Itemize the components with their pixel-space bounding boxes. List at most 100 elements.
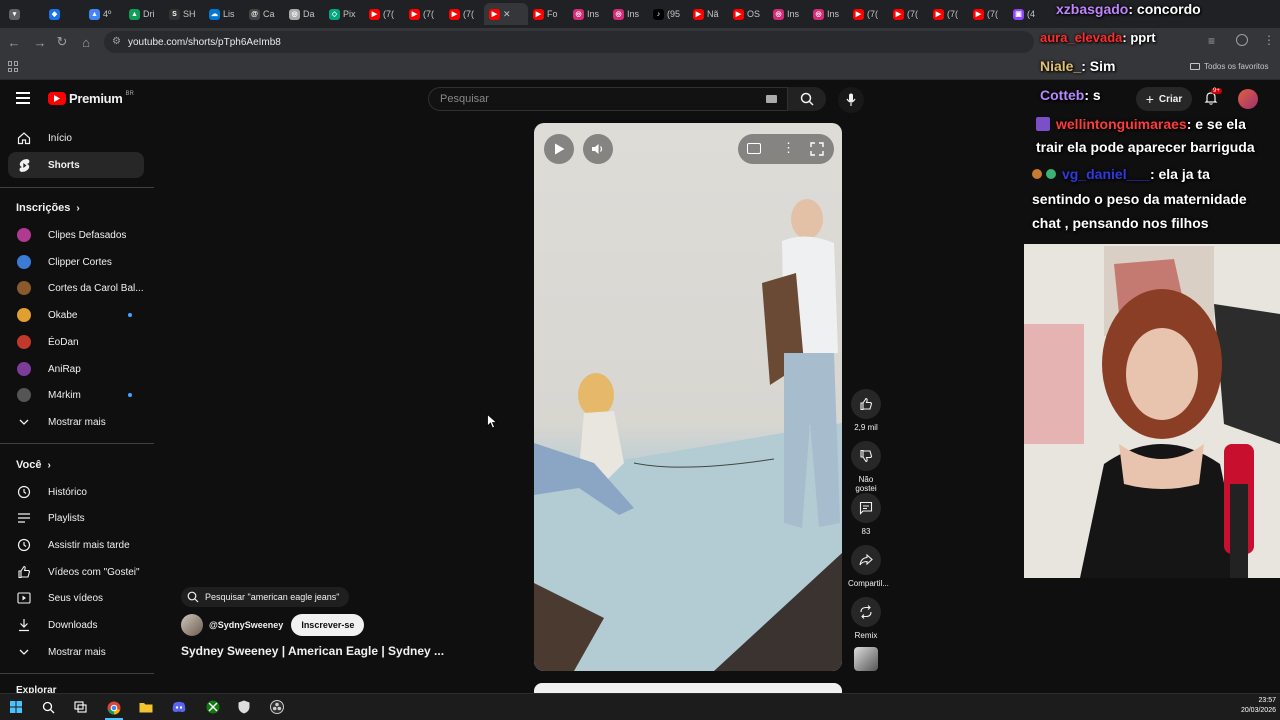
channel-avatar — [17, 362, 31, 376]
sidebar-sub-item[interactable]: ÉoDan — [8, 329, 144, 355]
file-explorer-icon[interactable] — [137, 698, 155, 716]
chevron-down-icon — [16, 644, 32, 660]
url-text: youtube.com/shorts/pTph6AeImb8 — [128, 36, 281, 48]
sidebar-item-watch-later[interactable]: Assistir mais tarde — [8, 532, 144, 558]
sidebar-sub-item[interactable]: Clipper Cortes — [8, 249, 144, 275]
next-short-preview[interactable] — [534, 683, 842, 693]
tab-label: (7( — [463, 9, 474, 19]
browser-tab[interactable]: @ Ca — [244, 3, 284, 25]
browser-tab[interactable]: ▶ (7( — [364, 3, 404, 25]
browser-tab[interactable]: ◇ Pix — [324, 3, 364, 25]
sidebar-sub-item[interactable]: Cortes da Carol Bal... — [8, 275, 144, 301]
browser-tab[interactable]: ▶ (7( — [404, 3, 444, 25]
sidebar-item-liked-videos[interactable]: Vídeos com "Gostei" — [8, 559, 144, 585]
dislike-button[interactable]: Não gostei — [848, 441, 884, 493]
channel-avatar[interactable] — [181, 614, 203, 636]
history-icon — [16, 484, 32, 500]
browser-tab[interactable]: ◎ Ins — [608, 3, 648, 25]
remix-button[interactable]: Remix — [848, 597, 884, 640]
browser-tab[interactable]: ▶ (7( — [968, 3, 1008, 25]
browser-tab[interactable]: ◎ Ins — [768, 3, 808, 25]
tab-favicon-icon: ▣ — [1013, 8, 1024, 20]
play-button[interactable] — [544, 134, 574, 164]
browser-tab[interactable]: ▶ (7( — [848, 3, 888, 25]
windows-start-icon[interactable] — [7, 698, 25, 716]
search-input[interactable]: Pesquisar — [428, 87, 788, 111]
browser-tab[interactable]: ◆ — [44, 3, 84, 25]
sidebar-item-your-videos[interactable]: Seus vídeos — [8, 585, 144, 611]
like-button[interactable]: 2,9 mil — [848, 389, 884, 432]
system-clock[interactable]: 23:57 20/03/2026 — [1228, 696, 1276, 716]
tab-label: Ins — [627, 9, 640, 19]
tab-favicon-icon: ▶ — [853, 8, 864, 20]
browser-tab[interactable]: ▾ — [4, 3, 44, 25]
discord-icon[interactable] — [170, 698, 188, 716]
sidebar-item-playlists[interactable]: Playlists — [8, 505, 144, 531]
subscribe-button[interactable]: Inscrever-se — [291, 614, 365, 636]
browser-tab[interactable]: ☁ Lis — [204, 3, 244, 25]
obs-icon[interactable] — [268, 698, 286, 716]
search-button[interactable] — [788, 87, 826, 111]
sidebar-item-history[interactable]: Histórico — [8, 479, 144, 505]
show-more-subscriptions[interactable]: Mostrar mais — [8, 409, 144, 435]
browser-tab[interactable]: ◎ Ins — [568, 3, 608, 25]
channel-avatar — [17, 308, 31, 322]
browser-tab[interactable]: ▶ Fo — [528, 3, 568, 25]
browser-tab[interactable]: S SH — [164, 3, 204, 25]
browser-tab[interactable]: ◎ Da — [284, 3, 324, 25]
sidebar-sub-item[interactable]: Okabe — [8, 302, 144, 328]
forward-icon[interactable]: → — [28, 30, 52, 54]
browser-tab[interactable]: ◎ Ins — [808, 3, 848, 25]
browser-tab[interactable]: ▲ 4º — [84, 3, 124, 25]
browser-tab[interactable]: ▲ Dri — [124, 3, 164, 25]
search-icon — [187, 591, 199, 603]
streamer-webcam — [1024, 244, 1280, 578]
reload-icon[interactable]: ↻ — [50, 30, 74, 54]
site-info-icon[interactable]: ⚙ — [112, 36, 121, 47]
search-icon[interactable] — [39, 698, 57, 716]
like-icon — [16, 564, 32, 580]
sidebar-sub-item[interactable]: AniRap — [8, 356, 144, 382]
chrome-icon[interactable] — [105, 698, 123, 720]
browser-tab[interactable]: ♪ (95 — [648, 3, 688, 25]
search-suggestion-chip[interactable]: Pesquisar "american eagle jeans" — [181, 587, 350, 607]
home-button-icon[interactable]: ⌂ — [74, 30, 98, 54]
browser-tab[interactable]: ▶ (7( — [444, 3, 484, 25]
tab-favicon-icon: ◎ — [573, 8, 584, 20]
short-video-player[interactable]: ⋮ — [534, 123, 842, 671]
sidebar-item-home[interactable]: Início — [8, 125, 144, 151]
browser-tab[interactable]: ▶ OS — [728, 3, 768, 25]
back-icon[interactable]: ← — [2, 30, 26, 54]
keyboard-icon[interactable] — [766, 95, 777, 103]
browser-tab[interactable]: ▶ (7( — [928, 3, 968, 25]
browser-tab[interactable]: ▶ Nã — [688, 3, 728, 25]
address-bar[interactable]: ⚙ youtube.com/shorts/pTph6AeImb8 — [104, 31, 1034, 53]
channel-avatar — [17, 388, 31, 402]
sidebar-item-shorts[interactable]: Shorts — [8, 152, 144, 178]
audio-thumbnail[interactable] — [854, 647, 878, 671]
task-view-icon[interactable] — [71, 698, 89, 716]
volume-button[interactable] — [583, 134, 613, 164]
show-more-you[interactable]: Mostrar mais — [8, 639, 144, 665]
chat-message-continued: chat , pensando nos filhos — [1032, 215, 1209, 231]
sidebar-sub-item[interactable]: M4rkim — [8, 382, 144, 408]
more-options-icon[interactable]: ⋮ — [782, 140, 795, 156]
fullscreen-icon[interactable] — [810, 142, 824, 156]
xbox-icon[interactable] — [204, 698, 222, 716]
voice-search-button[interactable] — [838, 87, 864, 113]
browser-tab[interactable]: ▶ ✕ — [484, 3, 528, 25]
browser-tab[interactable]: ▶ (7( — [888, 3, 928, 25]
tab-label: (7( — [423, 9, 434, 19]
comments-button[interactable]: 83 — [848, 493, 884, 536]
subscriptions-header[interactable]: Inscrições › — [16, 202, 80, 214]
you-header[interactable]: Você › — [16, 459, 51, 471]
security-shield-icon[interactable] — [235, 698, 253, 716]
sidebar-sub-item[interactable]: Clipes Defasados — [8, 222, 144, 248]
short-title[interactable]: Sydney Sweeney | American Eagle | Sydney… — [181, 644, 444, 658]
sidebar-item-downloads[interactable]: Downloads — [8, 612, 144, 638]
share-button[interactable]: Compartil... — [848, 545, 889, 588]
captions-icon[interactable] — [747, 143, 761, 154]
like-icon — [860, 397, 872, 411]
apps-grid-icon[interactable] — [8, 61, 19, 72]
channel-handle[interactable]: @SydnySweeney — [209, 620, 283, 630]
